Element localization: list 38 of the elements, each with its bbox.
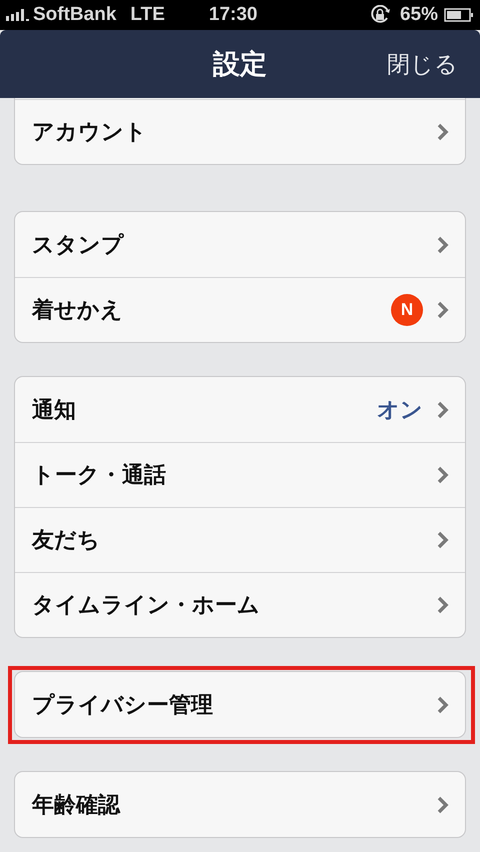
close-button[interactable]: 閉じる	[387, 48, 458, 80]
settings-row[interactable]: スタンプ	[15, 212, 465, 277]
row-label: 友だち	[32, 527, 101, 555]
battery-icon	[444, 8, 474, 22]
chevron-icon	[437, 301, 449, 319]
chevron-icon	[437, 400, 449, 418]
chevron-icon	[437, 531, 449, 549]
settings-row[interactable]: 友だち	[15, 507, 465, 572]
signal-icon	[6, 9, 29, 21]
chevron-icon	[437, 696, 449, 714]
chevron-icon	[437, 123, 449, 141]
network-type: LTE	[130, 4, 165, 26]
battery-percent: 65%	[400, 4, 438, 26]
row-label: アカウント	[32, 119, 148, 147]
new-badge: N	[391, 294, 423, 326]
carrier-name: SoftBank	[33, 4, 116, 26]
settings-row[interactable]: アカウント	[15, 99, 465, 164]
chevron-icon	[437, 796, 449, 814]
settings-row[interactable]: トーク・通話	[15, 442, 465, 507]
settings-row[interactable]: 通知 オン	[15, 377, 465, 442]
row-label: タイムライン・ホーム	[32, 592, 261, 620]
row-label: 通知	[32, 396, 77, 424]
settings-row[interactable]: プライバシー管理	[15, 672, 465, 737]
chevron-icon	[437, 596, 449, 614]
chevron-icon	[437, 466, 449, 484]
settings-row[interactable]: 年齢確認	[15, 772, 465, 837]
clock: 17:30	[208, 4, 258, 26]
rotation-lock-icon	[370, 5, 392, 25]
screen-title: 設定	[213, 48, 267, 82]
row-value: オン	[377, 396, 423, 424]
chevron-icon	[437, 236, 449, 254]
row-label: スタンプ	[32, 232, 125, 260]
row-label: 着せかえ	[32, 296, 124, 325]
settings-row[interactable]: 着せかえ N	[15, 277, 465, 342]
row-label: 年齢確認	[32, 792, 122, 820]
settings-row[interactable]: タイムライン・ホーム	[15, 572, 465, 637]
row-label: プライバシー管理	[32, 692, 214, 720]
row-label: トーク・通話	[32, 462, 167, 490]
